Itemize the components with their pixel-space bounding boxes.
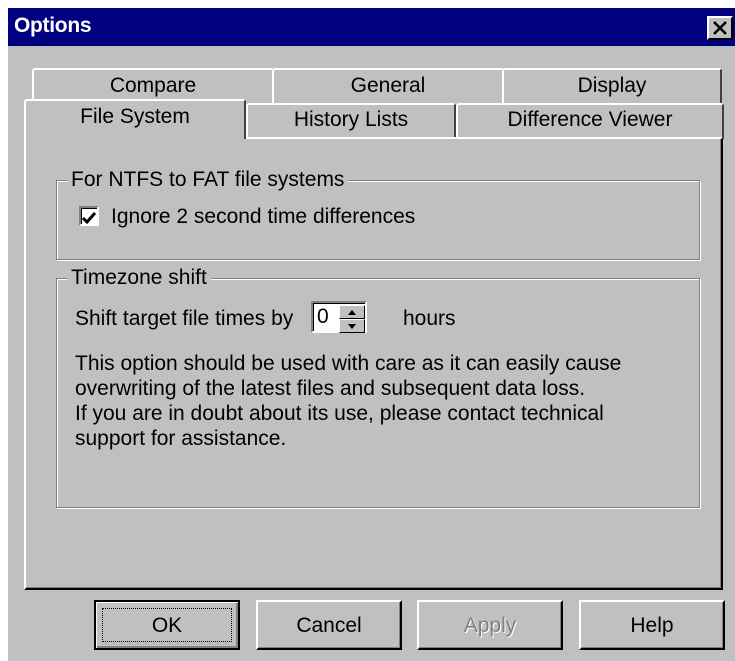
ntfs-group: For NTFS to FAT file systems Ignore 2 se… bbox=[56, 168, 700, 260]
checkmark-icon bbox=[81, 212, 97, 225]
arrow-down-icon bbox=[348, 323, 356, 329]
help-button[interactable]: Help bbox=[579, 600, 725, 650]
spin-down-button[interactable] bbox=[339, 319, 365, 333]
title-bar[interactable]: Options bbox=[8, 8, 735, 46]
shift-unit-label: hours bbox=[403, 307, 456, 330]
cancel-label: Cancel bbox=[296, 614, 362, 637]
timezone-group: Timezone shift Shift target file times b… bbox=[56, 266, 700, 508]
tab-file-system[interactable]: File System bbox=[24, 99, 246, 139]
tab-label: Compare bbox=[109, 74, 197, 97]
cancel-button[interactable]: Cancel bbox=[256, 600, 402, 650]
tab-label: Difference Viewer bbox=[507, 108, 673, 131]
ok-label: OK bbox=[151, 614, 183, 637]
warning-line: If you are in doubt about its use, pleas… bbox=[75, 402, 604, 425]
shift-label: Shift target file times by bbox=[75, 307, 294, 330]
tab-difference-viewer[interactable]: Difference Viewer bbox=[456, 103, 724, 139]
help-label: Help bbox=[630, 614, 674, 637]
close-icon bbox=[713, 21, 727, 35]
ignore-time-diff-label[interactable]: Ignore 2 second time differences bbox=[111, 205, 415, 229]
warning-line: overwriting of the latest files and subs… bbox=[75, 377, 586, 400]
warning-line: This option should be used with care as … bbox=[75, 352, 622, 375]
tab-label: General bbox=[350, 74, 426, 97]
tab-history-lists[interactable]: History Lists bbox=[246, 103, 456, 139]
options-dialog: Options Compare General Display File Sys… bbox=[8, 8, 735, 661]
timezone-warning-text: This option should be used with care as … bbox=[75, 351, 621, 451]
warning-line: support for assistance. bbox=[75, 427, 287, 450]
arrow-up-icon bbox=[348, 309, 356, 315]
ntfs-group-legend: For NTFS to FAT file systems bbox=[67, 168, 349, 192]
apply-button: Apply bbox=[417, 600, 563, 650]
file-system-panel: For NTFS to FAT file systems Ignore 2 se… bbox=[24, 137, 723, 590]
tab-label: File System bbox=[80, 105, 190, 128]
ignore-time-diff-checkbox[interactable] bbox=[79, 206, 99, 226]
tab-display[interactable]: Display bbox=[502, 68, 722, 104]
tab-label: Display bbox=[577, 74, 647, 97]
close-button[interactable] bbox=[707, 16, 733, 40]
tab-label: History Lists bbox=[293, 108, 409, 131]
spin-up-button[interactable] bbox=[339, 305, 365, 319]
timezone-group-legend: Timezone shift bbox=[67, 266, 211, 290]
dialog-title: Options bbox=[14, 14, 92, 37]
ok-button[interactable]: OK bbox=[94, 600, 240, 650]
apply-label: Apply bbox=[463, 614, 517, 637]
tab-general[interactable]: General bbox=[272, 68, 504, 104]
